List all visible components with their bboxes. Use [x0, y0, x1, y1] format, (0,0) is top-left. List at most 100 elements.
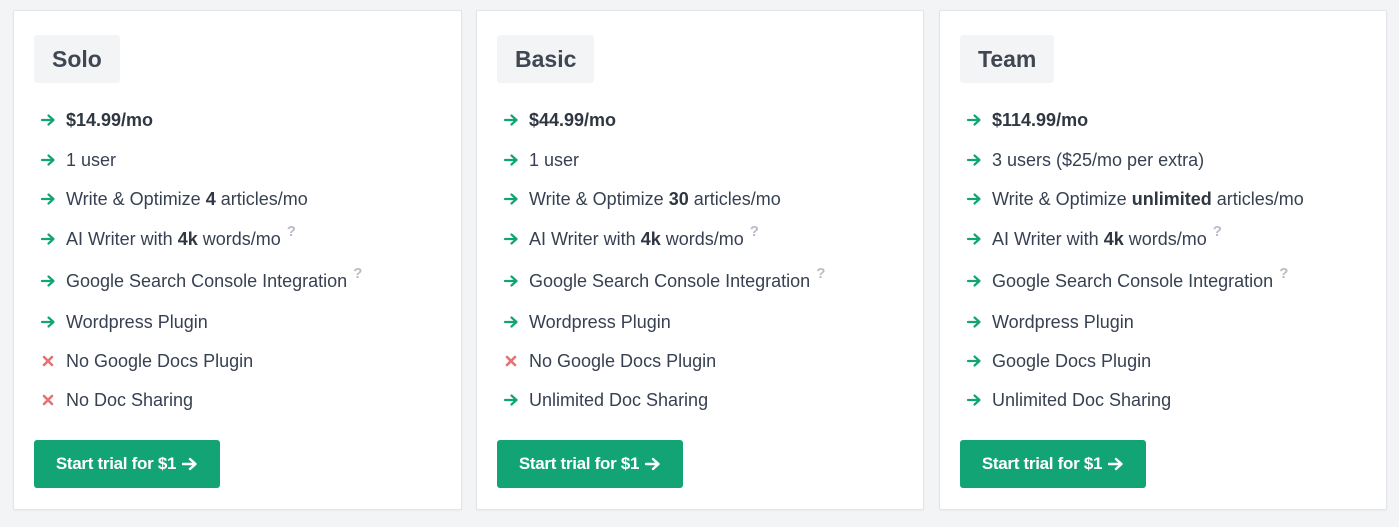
feature-item: 1 user — [502, 146, 913, 174]
start-trial-label: Start trial for $1 — [981, 454, 1103, 473]
arrow-right-icon — [39, 225, 57, 253]
arrow-right-icon — [965, 308, 983, 336]
feature-text: Google Docs Plugin — [992, 347, 1151, 375]
feature-text-part: Google Search Console Integration — [529, 271, 811, 291]
help-icon[interactable]: ? — [353, 266, 362, 281]
arrow-right-icon — [965, 347, 983, 375]
arrow-right-icon — [502, 386, 520, 414]
feature-item: $14.99/mo — [39, 106, 451, 134]
feature-item: AI Writer with 4k words/mo? — [965, 224, 1376, 253]
feature-text-part: No Doc Sharing — [66, 390, 194, 410]
feature-item: Google Search Console Integration? — [502, 266, 913, 295]
cross-icon — [39, 347, 57, 375]
feature-text-part: Wordpress Plugin — [529, 312, 671, 332]
plan-card-solo: Solo $14.99/mo 1 user Write & Optimize 4 a… — [13, 10, 462, 510]
feature-text: $114.99/mo — [992, 106, 1088, 134]
feature-text-part: AI Writer with — [66, 229, 178, 249]
feature-item: Wordpress Plugin — [39, 308, 451, 336]
feature-item: No Google Docs Plugin — [502, 347, 913, 375]
arrow-right-icon — [39, 106, 57, 134]
feature-text: Write & Optimize unlimited articles/mo — [992, 185, 1304, 213]
feature-item: Google Search Console Integration? — [39, 266, 451, 295]
feature-text: Unlimited Doc Sharing — [529, 386, 708, 414]
feature-highlight: $114.99/mo — [992, 110, 1089, 130]
feature-text-part: words/mo — [660, 229, 744, 249]
feature-text-part: 1 user — [66, 150, 117, 170]
start-trial-label: Start trial for $1 — [55, 454, 177, 473]
cross-icon — [502, 347, 520, 375]
feature-text-part: Unlimited Doc Sharing — [992, 390, 1172, 410]
start-trial-label: Start trial for $1 — [518, 454, 640, 473]
feature-item: $114.99/mo — [965, 106, 1376, 134]
feature-text: AI Writer with 4k words/mo? — [992, 224, 1222, 253]
feature-text: Google Search Console Integration? — [66, 266, 362, 295]
feature-item: Write & Optimize 4 articles/mo — [39, 185, 451, 213]
feature-item: AI Writer with 4k words/mo? — [39, 224, 451, 253]
feature-text-part: 1 user — [529, 150, 580, 170]
feature-text-part: AI Writer with — [529, 229, 641, 249]
feature-item: AI Writer with 4k words/mo? — [502, 224, 913, 253]
arrow-right-icon — [965, 386, 983, 414]
arrow-right-icon — [502, 146, 520, 174]
start-trial-button[interactable]: Start trial for $1 — [497, 440, 683, 488]
feature-highlight: 30 — [668, 189, 689, 209]
arrow-right-icon — [1108, 457, 1124, 471]
feature-text: AI Writer with 4k words/mo? — [529, 224, 759, 253]
feature-item: 3 users ($25/mo per extra) — [965, 146, 1376, 174]
feature-text: Wordpress Plugin — [992, 308, 1134, 336]
feature-text-part: Write & Optimize — [529, 189, 669, 209]
cross-icon — [39, 386, 57, 414]
feature-highlight: unlimited — [1131, 189, 1212, 209]
feature-item: Unlimited Doc Sharing — [502, 386, 913, 414]
arrow-right-icon — [965, 106, 983, 134]
feature-text: No Google Docs Plugin — [529, 347, 716, 375]
feature-item: Write & Optimize 30 articles/mo — [502, 185, 913, 213]
feature-item: Write & Optimize unlimited articles/mo — [965, 185, 1376, 213]
arrow-right-icon — [965, 185, 983, 213]
feature-highlight: $14.99/mo — [66, 110, 154, 130]
feature-text: 1 user — [66, 146, 116, 174]
feature-list: $44.99/mo 1 user Write & Optimize 30 artic… — [477, 11, 923, 509]
plan-card-team: Team $114.99/mo 3 users ($25/mo per extra… — [939, 10, 1387, 510]
start-trial-button[interactable]: Start trial for $1 — [34, 440, 220, 488]
feature-text: 3 users ($25/mo per extra) — [992, 146, 1204, 174]
feature-item: Google Search Console Integration? — [965, 266, 1376, 295]
feature-text-part: Write & Optimize — [992, 189, 1132, 209]
feature-text: Wordpress Plugin — [529, 308, 671, 336]
help-icon[interactable]: ? — [750, 224, 759, 239]
help-icon[interactable]: ? — [1279, 266, 1288, 281]
feature-item: No Doc Sharing — [39, 386, 451, 414]
help-icon[interactable]: ? — [287, 224, 296, 239]
arrow-right-icon — [965, 225, 983, 253]
feature-text-part: articles/mo — [1211, 189, 1304, 209]
feature-highlight: 4 — [205, 189, 216, 209]
help-icon[interactable]: ? — [1213, 224, 1222, 239]
feature-text-part: No Google Docs Plugin — [529, 351, 717, 371]
feature-highlight: $44.99/mo — [529, 110, 617, 130]
feature-text: Write & Optimize 30 articles/mo — [529, 185, 781, 213]
feature-item: No Google Docs Plugin — [39, 347, 451, 375]
feature-item: Unlimited Doc Sharing — [965, 386, 1376, 414]
feature-text: Google Search Console Integration? — [992, 266, 1288, 295]
arrow-right-icon — [502, 267, 520, 295]
feature-text-part: Write & Optimize — [66, 189, 206, 209]
arrow-right-icon — [39, 185, 57, 213]
feature-text-part: Unlimited Doc Sharing — [529, 390, 709, 410]
pricing-plans: Solo $14.99/mo 1 user Write & Optimize 4 a… — [0, 0, 1399, 527]
feature-text: 1 user — [529, 146, 579, 174]
feature-text-part: 3 users ($25/mo per extra) — [992, 150, 1205, 170]
feature-text: Write & Optimize 4 articles/mo — [66, 185, 308, 213]
start-trial-button[interactable]: Start trial for $1 — [960, 440, 1146, 488]
feature-item: 1 user — [39, 146, 451, 174]
arrow-right-icon — [502, 308, 520, 336]
plan-card-basic: Basic $44.99/mo 1 user Write & Optimize 30… — [476, 10, 924, 510]
feature-text-part: Google Search Console Integration — [992, 271, 1274, 291]
feature-text-part: Wordpress Plugin — [992, 312, 1134, 332]
feature-item: Google Docs Plugin — [965, 347, 1376, 375]
arrow-right-icon — [182, 457, 198, 471]
feature-text: AI Writer with 4k words/mo? — [66, 224, 296, 253]
feature-item: Wordpress Plugin — [965, 308, 1376, 336]
feature-text-part: AI Writer with — [992, 229, 1104, 249]
arrow-right-icon — [39, 146, 57, 174]
help-icon[interactable]: ? — [816, 266, 825, 281]
